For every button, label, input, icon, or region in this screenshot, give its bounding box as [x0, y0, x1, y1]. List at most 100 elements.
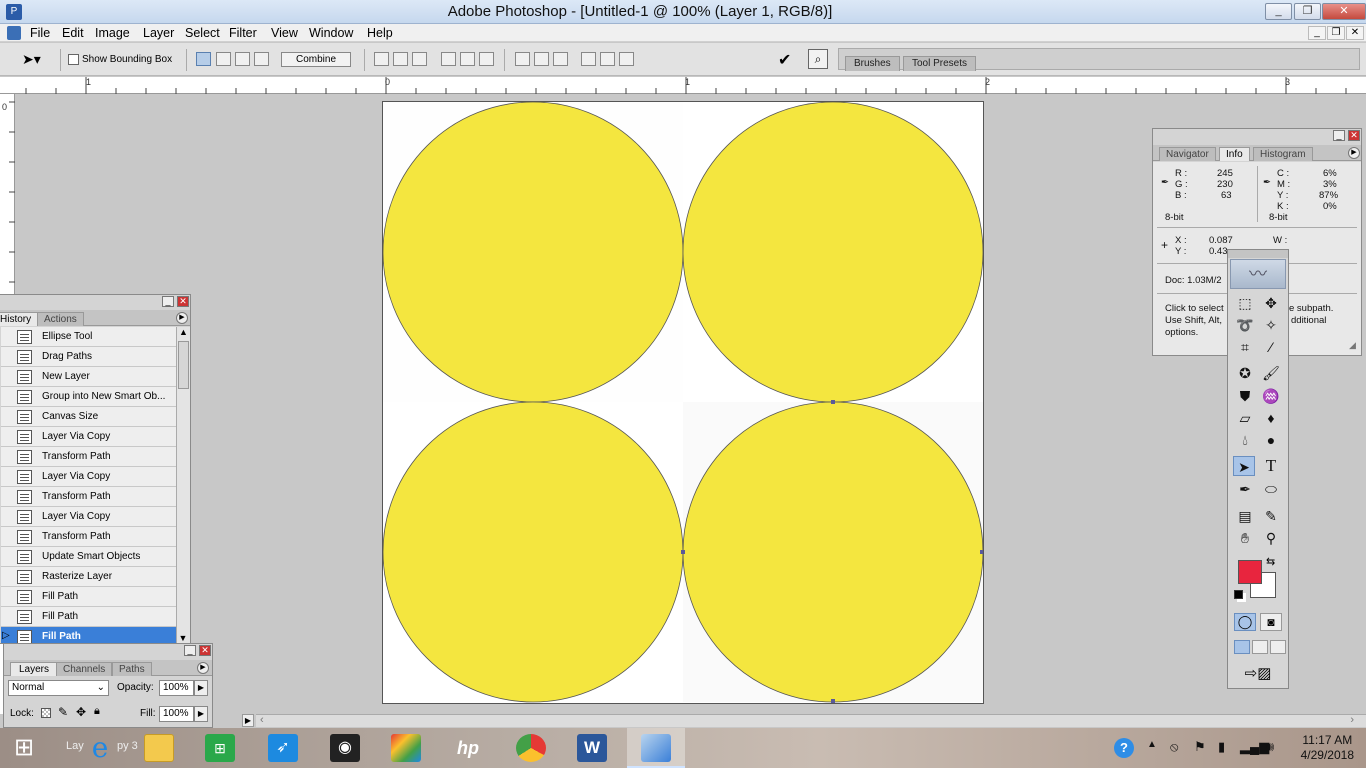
lock-all-icon[interactable]: 🔒︎: [94, 705, 100, 718]
standard-screen-icon[interactable]: [1234, 640, 1250, 654]
path-select-icon[interactable]: ➤: [1233, 456, 1255, 476]
menu-filter[interactable]: Filter: [229, 26, 257, 40]
tab-layers[interactable]: Layers: [10, 662, 59, 676]
opacity-arrow-icon[interactable]: ▶: [194, 680, 208, 696]
quick-mask-icon[interactable]: ◙: [1260, 613, 1282, 631]
history-item[interactable]: Layer Via Copy: [1, 467, 177, 487]
align-vcenter-icon[interactable]: [393, 52, 408, 66]
align-right-icon[interactable]: [479, 52, 494, 66]
history-item[interactable]: Canvas Size: [1, 407, 177, 427]
align-bottom-icon[interactable]: [412, 52, 427, 66]
show-bounding-box-checkbox[interactable]: [68, 54, 79, 65]
panel-menu-icon[interactable]: ▶: [176, 312, 188, 324]
fill-arrow-icon[interactable]: ▶: [194, 706, 208, 722]
document-icon[interactable]: [7, 26, 21, 40]
history-scrollbar[interactable]: ▲ ▼: [176, 327, 190, 643]
menu-file[interactable]: File: [30, 26, 50, 40]
eraser-icon[interactable]: ▱: [1234, 408, 1256, 428]
blend-mode-select[interactable]: Normal ⌄: [8, 680, 109, 696]
history-item[interactable]: Group into New Smart Ob...: [1, 387, 177, 407]
rgb-eyedropper-icon[interactable]: ✒: [1161, 177, 1169, 188]
lock-transparency-icon[interactable]: [41, 708, 51, 718]
history-brush-icon[interactable]: ♒: [1260, 386, 1282, 406]
menu-select[interactable]: Select: [185, 26, 220, 40]
history-item[interactable]: Transform Path: [1, 487, 177, 507]
scroll-up-icon[interactable]: ▲: [177, 327, 190, 337]
swap-colors-icon[interactable]: ⇆: [1266, 555, 1275, 568]
tab-history[interactable]: History: [0, 312, 39, 326]
standard-mode-icon[interactable]: ◯: [1234, 613, 1256, 631]
tab-tool-presets[interactable]: Tool Presets: [903, 56, 977, 71]
combine-button[interactable]: Combine: [281, 52, 351, 67]
tab-histogram[interactable]: Histogram: [1253, 147, 1313, 161]
align-top-icon[interactable]: [374, 52, 389, 66]
dodge-icon[interactable]: ●: [1260, 430, 1282, 450]
scroll-left-icon[interactable]: ‹: [260, 714, 264, 726]
photoshop-taskbar-button[interactable]: [627, 728, 685, 768]
minimize-button[interactable]: _: [1265, 3, 1292, 20]
flag-icon[interactable]: ⚑: [1194, 739, 1206, 755]
history-item[interactable]: New Layer: [1, 367, 177, 387]
brush-icon[interactable]: 🖌︎: [1260, 363, 1282, 383]
scroll-thumb[interactable]: [178, 341, 189, 389]
volume-icon[interactable]: 🔊︎: [1266, 739, 1274, 755]
scroll-right-icon[interactable]: ›: [1350, 714, 1354, 726]
tab-actions[interactable]: Actions: [37, 312, 84, 326]
paint-bucket-icon[interactable]: ♦: [1260, 408, 1282, 428]
history-item[interactable]: Fill Path: [1, 587, 177, 607]
panel-close-button[interactable]: ✕: [177, 296, 189, 307]
distribute-left-icon[interactable]: [581, 52, 596, 66]
pen-icon[interactable]: ✒: [1234, 479, 1256, 499]
panel-menu-icon[interactable]: ▶: [1348, 147, 1360, 159]
paint-app-icon[interactable]: [391, 734, 421, 762]
close-button[interactable]: ✕: [1322, 3, 1366, 20]
healing-icon[interactable]: ✪: [1234, 363, 1256, 383]
fill-field[interactable]: 100%: [159, 706, 194, 722]
menu-image[interactable]: Image: [95, 26, 130, 40]
panel-close-button[interactable]: ✕: [199, 645, 211, 656]
chrome-icon[interactable]: [516, 734, 546, 762]
hp-icon[interactable]: hp: [446, 731, 490, 765]
panel-minimize-button[interactable]: _: [184, 645, 196, 656]
doc-close-button[interactable]: ✕: [1346, 26, 1364, 40]
panel-close-button[interactable]: ✕: [1348, 130, 1360, 141]
distribute-vcenter-icon[interactable]: [534, 52, 549, 66]
subtract-shape-icon[interactable]: [216, 52, 231, 66]
history-item[interactable]: Fill Path ▷: [1, 627, 177, 643]
ellipse-shape-icon[interactable]: ⬭: [1260, 479, 1282, 499]
distribute-hcenter-icon[interactable]: [600, 52, 615, 66]
move-icon[interactable]: ✥: [1260, 293, 1282, 313]
magic-wand-icon[interactable]: ✧: [1260, 315, 1282, 335]
history-item[interactable]: Layer Via Copy: [1, 507, 177, 527]
windows-start-icon[interactable]: ⊞: [2, 731, 46, 765]
tool-preset-arrow-icon[interactable]: ➤▾: [22, 51, 41, 68]
feather-logo-icon[interactable]: 〰: [1230, 259, 1286, 289]
cmyk-eyedropper-icon[interactable]: ✒: [1263, 177, 1271, 188]
panel-menu-icon[interactable]: ▶: [197, 662, 209, 674]
help-icon[interactable]: ?: [1114, 738, 1134, 758]
commit-checkmark-icon[interactable]: ✔: [778, 50, 791, 70]
show-hidden-icons[interactable]: ▲: [1147, 739, 1157, 750]
type-icon[interactable]: T: [1260, 456, 1282, 476]
zoom-icon[interactable]: ⚲: [1260, 528, 1282, 548]
tab-brushes[interactable]: Brushes: [845, 56, 900, 71]
menu-help[interactable]: Help: [367, 26, 393, 40]
intersect-shape-icon[interactable]: [235, 52, 250, 66]
battery-icon[interactable]: ▮: [1218, 739, 1225, 755]
canvas-horizontal-scrollbar[interactable]: ‹ ›: [256, 714, 1366, 727]
full-screen-menu-icon[interactable]: [1252, 640, 1268, 654]
history-item[interactable]: Fill Path: [1, 607, 177, 627]
foreground-color-swatch[interactable]: [1238, 560, 1262, 584]
full-screen-icon[interactable]: [1270, 640, 1286, 654]
distribute-top-icon[interactable]: [515, 52, 530, 66]
restore-button[interactable]: ❐: [1294, 3, 1321, 20]
notes-icon[interactable]: ▤: [1234, 506, 1256, 526]
menu-edit[interactable]: Edit: [62, 26, 84, 40]
doc-minimize-button[interactable]: _: [1308, 26, 1326, 40]
history-item[interactable]: Drag Paths: [1, 347, 177, 367]
exclude-shape-icon[interactable]: [254, 52, 269, 66]
slice-icon[interactable]: ⁄: [1260, 337, 1282, 357]
signal-icon[interactable]: ▂▄▆: [1240, 739, 1269, 755]
history-item[interactable]: Ellipse Tool: [1, 327, 177, 347]
system-clock[interactable]: 11:17 AM 4/29/2018: [1301, 733, 1354, 763]
